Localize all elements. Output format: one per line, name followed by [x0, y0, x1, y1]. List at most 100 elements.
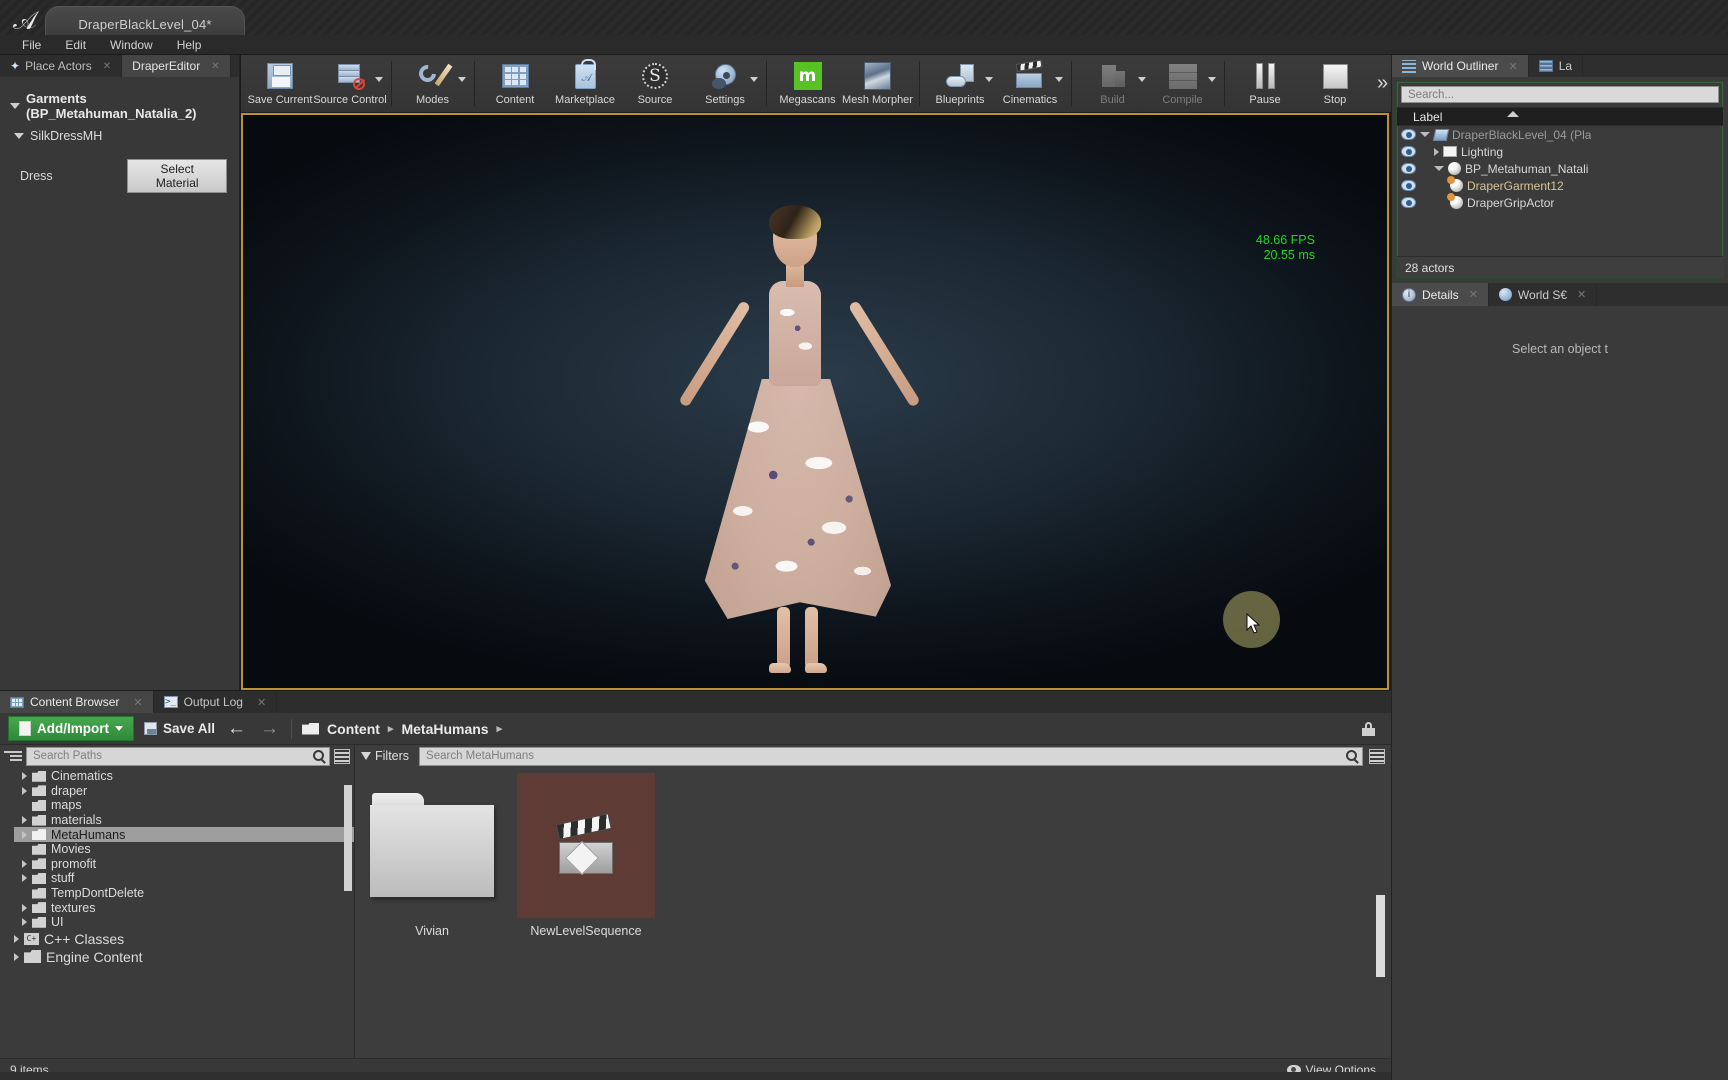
filters-button[interactable]: Filters: [361, 749, 413, 763]
toolbar-mesh-morpher-button[interactable]: Mesh Morpher: [842, 55, 913, 112]
asset-search-input[interactable]: Search MetaHumans: [419, 746, 1363, 766]
lock-icon[interactable]: [1362, 721, 1375, 736]
chevron-right-icon[interactable]: [22, 859, 27, 868]
chevron-down-icon[interactable]: [1207, 77, 1216, 82]
outliner-row-lighting[interactable]: Lighting: [1397, 143, 1723, 160]
outliner-row-metahuman[interactable]: BP_Metahuman_Natali: [1397, 160, 1723, 177]
chevron-down-icon[interactable]: [750, 77, 758, 82]
path-row-ui[interactable]: UI: [14, 915, 354, 930]
tab-world-outliner[interactable]: World Outliner ✕: [1392, 55, 1529, 77]
toolbar-blueprints-button[interactable]: Blueprints: [925, 55, 995, 112]
tab-place-actors[interactable]: ✦ Place Actors ✕: [0, 55, 123, 77]
asset-view-options-icon[interactable]: [1369, 748, 1385, 764]
garments-section-header[interactable]: Garments (BP_Metahuman_Natalia_2): [6, 87, 233, 125]
toolbar-source-control-button[interactable]: Source Control: [313, 55, 387, 112]
chevron-right-icon[interactable]: [22, 816, 27, 825]
chevron-right-icon[interactable]: [22, 786, 27, 795]
visibility-eye-icon[interactable]: [1401, 129, 1416, 140]
outliner-row-garment[interactable]: DraperGarment12: [1397, 176, 1723, 194]
toolbar-modes-button[interactable]: Modes: [398, 55, 468, 112]
path-row-draper[interactable]: draper: [14, 784, 354, 799]
menu-item-file[interactable]: File: [10, 36, 53, 54]
select-material-button[interactable]: Select Material: [127, 159, 227, 193]
add-import-button[interactable]: Add/Import: [8, 716, 134, 741]
chevron-down-icon[interactable]: [1434, 166, 1444, 171]
chevron-down-icon[interactable]: [1055, 77, 1063, 82]
chevron-right-icon[interactable]: [22, 830, 27, 839]
close-icon[interactable]: ✕: [133, 696, 142, 709]
close-icon[interactable]: ✕: [211, 61, 219, 72]
chevron-right-icon[interactable]: [14, 952, 19, 961]
chevron-down-icon[interactable]: [1420, 132, 1430, 137]
nav-back-button[interactable]: ←: [225, 718, 248, 740]
path-row-movies[interactable]: Movies: [14, 842, 354, 857]
path-row-promofit[interactable]: promofit: [14, 857, 354, 872]
toolbar-save-current-button[interactable]: Save Current: [245, 55, 315, 112]
chevron-right-icon[interactable]: [22, 772, 27, 781]
toolbar-build-button[interactable]: Build: [1078, 55, 1148, 112]
paths-scrollbar[interactable]: [344, 785, 352, 891]
path-row-stuff[interactable]: stuff: [14, 871, 354, 886]
menu-item-window[interactable]: Window: [98, 36, 165, 54]
tab-world-settings[interactable]: World S€ ✕: [1489, 283, 1598, 306]
chevron-right-icon[interactable]: ▸: [497, 722, 503, 735]
asset-tile-vivian[interactable]: Vivian: [363, 773, 501, 938]
visibility-eye-icon[interactable]: [1401, 146, 1416, 157]
outliner-row-level[interactable]: DraperBlackLevel_04 (Pla: [1397, 126, 1723, 143]
toolbar-stop-button[interactable]: Stop: [1300, 55, 1370, 112]
path-row-cinematics[interactable]: Cinematics: [14, 769, 354, 784]
path-row-engine-content[interactable]: Engine Content: [14, 948, 354, 966]
toolbar-overflow-button[interactable]: »: [1374, 55, 1391, 112]
search-paths-input[interactable]: Search Paths: [26, 746, 330, 766]
unreal-engine-logo-icon[interactable]: 𝒜: [8, 4, 42, 38]
outliner-column-header[interactable]: Label: [1397, 107, 1723, 126]
chevron-down-icon[interactable]: [1137, 77, 1146, 82]
outliner-search-input[interactable]: Search...: [1401, 86, 1719, 103]
path-row-metahumans[interactable]: MetaHumans: [14, 827, 354, 842]
path-row-cpp-classes[interactable]: C+ C++ Classes: [14, 930, 354, 948]
tab-draper-editor[interactable]: DraperEditor ✕: [122, 55, 231, 77]
outliner-row-gripactor[interactable]: DraperGripActor: [1397, 193, 1723, 211]
path-row-maps[interactable]: maps: [14, 798, 354, 813]
menu-item-help[interactable]: Help: [165, 36, 214, 54]
toolbar-content-button[interactable]: Content: [480, 55, 550, 112]
paths-view-options-icon[interactable]: [334, 748, 350, 764]
tab-output-log[interactable]: >_ Output Log ✕: [154, 691, 278, 713]
path-row-tempdontdelete[interactable]: TempDontDelete: [14, 886, 354, 901]
breadcrumb-metahumans[interactable]: MetaHumans: [401, 721, 488, 737]
tab-details[interactable]: i Details ✕: [1392, 283, 1489, 306]
collapse-tree-icon[interactable]: [4, 749, 22, 764]
asset-scrollbar[interactable]: [1376, 895, 1385, 977]
chevron-right-icon[interactable]: [14, 934, 19, 943]
asset-tile-newlevelsequence[interactable]: NewLevelSequence: [517, 773, 655, 938]
path-row-textures[interactable]: textures: [14, 900, 354, 915]
chevron-down-icon[interactable]: [985, 77, 993, 82]
chevron-right-icon[interactable]: [22, 918, 27, 927]
close-icon[interactable]: ✕: [1469, 288, 1478, 301]
close-icon[interactable]: ✕: [257, 696, 266, 709]
toolbar-settings-button[interactable]: Settings: [690, 55, 760, 112]
path-row-materials[interactable]: materials: [14, 813, 354, 828]
chevron-right-icon[interactable]: [1434, 147, 1439, 156]
sort-ascending-icon[interactable]: [1507, 111, 1519, 117]
toolbar-cinematics-button[interactable]: Cinematics: [995, 55, 1065, 112]
level-viewport[interactable]: 48.66 FPS 20.55 ms: [241, 113, 1389, 690]
tab-layers[interactable]: La: [1529, 55, 1584, 77]
tab-content-browser[interactable]: Content Browser ✕: [0, 691, 154, 713]
toolbar-compile-button[interactable]: Compile: [1148, 55, 1218, 112]
close-icon[interactable]: ✕: [1577, 288, 1586, 301]
toolbar-source-button[interactable]: S Source: [620, 55, 690, 112]
menu-item-edit[interactable]: Edit: [53, 36, 98, 54]
nav-forward-button[interactable]: →: [258, 718, 281, 740]
close-icon[interactable]: ✕: [103, 61, 111, 72]
toolbar-marketplace-button[interactable]: 𝒜 Marketplace: [550, 55, 620, 112]
visibility-eye-icon[interactable]: [1401, 163, 1416, 174]
visibility-eye-icon[interactable]: [1401, 180, 1416, 191]
breadcrumb-content[interactable]: Content: [327, 721, 380, 737]
visibility-eye-icon[interactable]: [1401, 197, 1416, 208]
toolbar-megascans-button[interactable]: m Megascans: [773, 55, 843, 112]
chevron-down-icon[interactable]: [375, 77, 383, 82]
toolbar-pause-button[interactable]: Pause: [1230, 55, 1300, 112]
silkdress-group-header[interactable]: SilkDressMH: [6, 125, 233, 147]
save-all-button[interactable]: Save All: [144, 721, 215, 736]
